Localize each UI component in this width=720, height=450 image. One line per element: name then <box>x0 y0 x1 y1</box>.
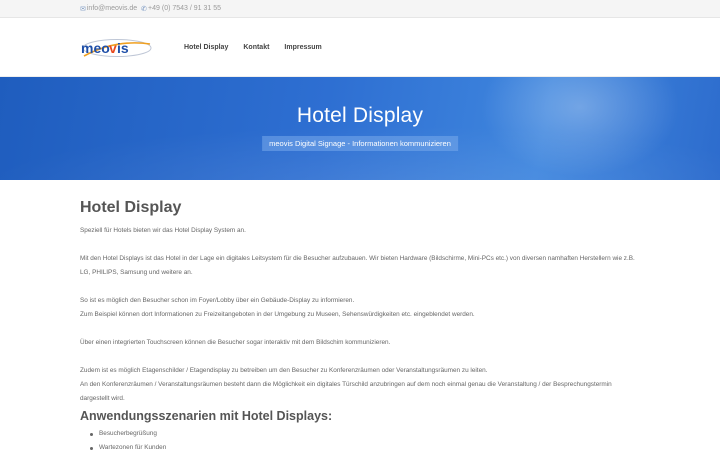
intro-paragraph: Speziell für Hotels bieten wir das Hotel… <box>80 227 246 234</box>
nav-kontakt[interactable]: Kontakt <box>243 44 269 51</box>
hero-subtitle: meovis Digital Signage - Informationen k… <box>262 136 458 151</box>
hero-title: Hotel Display <box>296 104 424 127</box>
top-contact-bar: ✉ info@meovis.de ✆ +49 (0) 7543 / 91 31 … <box>0 0 720 18</box>
door-sign-paragraph: An den Konferenzräumen / Veranstaltungsr… <box>80 381 612 402</box>
email-contact[interactable]: ✉ info@meovis.de <box>80 5 137 13</box>
svg-text:v: v <box>109 40 117 56</box>
phone-contact[interactable]: ✆ +49 (0) 7543 / 91 31 55 <box>141 5 221 13</box>
nav-impressum[interactable]: Impressum <box>284 44 321 51</box>
site-header: meo v is Hotel Display Kontakt Impressum <box>0 18 720 77</box>
meovis-logo[interactable]: meo v is <box>80 35 152 59</box>
phone-number[interactable]: +49 (0) 7543 / 91 31 55 <box>148 5 221 12</box>
logo-wordmark: meo <box>81 40 110 56</box>
email-link[interactable]: info@meovis.de <box>87 5 137 12</box>
page-heading: Hotel Display <box>80 199 182 216</box>
svg-text:is: is <box>117 40 129 56</box>
hero-banner: Hotel Display meovis Digital Signage - I… <box>0 77 720 180</box>
floor-sign-paragraph: Zudem ist es möglich Etagenschilder / Et… <box>80 367 488 374</box>
scenarios-list: Besucherbegrüßung Wartezonen für Kunden <box>80 427 640 450</box>
main-content: Hotel Display Speziell für Hotels bieten… <box>0 180 720 450</box>
phone-icon: ✆ <box>141 5 148 13</box>
main-nav: Hotel Display Kontakt Impressum <box>184 44 322 51</box>
touchscreen-paragraph: Über einen integrierten Touchscreen könn… <box>80 339 391 346</box>
lobby-paragraph: So ist es möglich den Besucher schon im … <box>80 297 355 304</box>
nav-hotel-display[interactable]: Hotel Display <box>184 44 228 51</box>
logo-graphic: meo v is <box>81 39 152 57</box>
envelope-icon: ✉ <box>80 5 86 13</box>
list-item: Besucherbegrüßung <box>90 427 640 441</box>
list-item: Wartezonen für Kunden <box>90 441 640 450</box>
leisure-paragraph: Zum Beispiel können dort Informationen z… <box>80 311 475 318</box>
hardware-paragraph: Mit den Hotel Displays ist das Hotel in … <box>80 255 635 276</box>
scenarios-heading: Anwendungsszenarien mit Hotel Displays: <box>80 409 333 423</box>
